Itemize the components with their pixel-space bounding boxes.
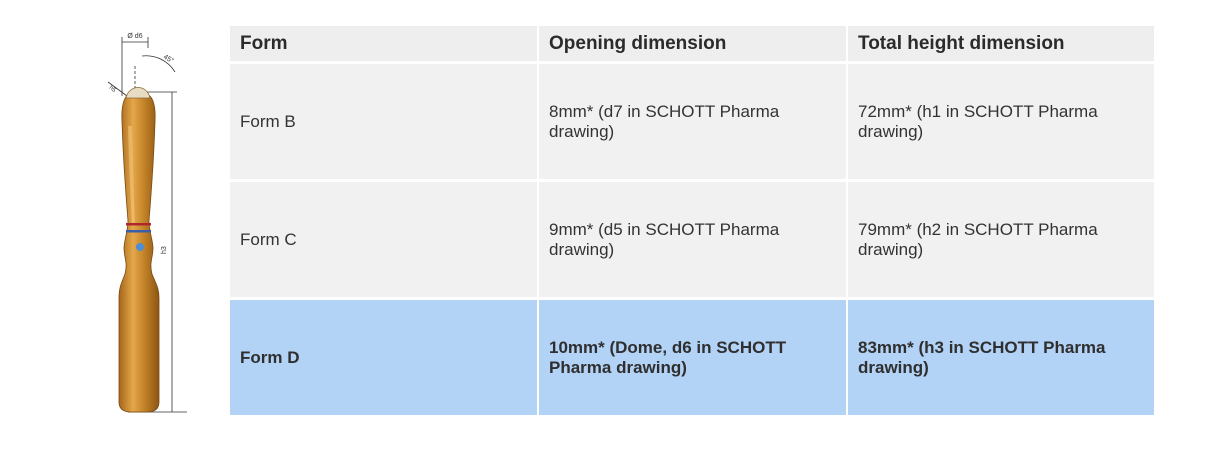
- row-d-height: 83mm* (h3 in SCHOTT Pharma drawing): [848, 300, 1154, 415]
- radius-label: h5: [108, 85, 117, 94]
- row-d-form: Form D: [230, 300, 537, 415]
- diameter-label: Ø d6: [127, 33, 142, 40]
- row-b-opening: 8mm* (d7 in SCHOTT Pharma drawing): [539, 64, 846, 179]
- color-ring-red: [126, 223, 151, 226]
- row-c-opening: 9mm* (d5 in SCHOTT Pharma drawing): [539, 182, 846, 297]
- header-height: Total height dimension: [848, 26, 1154, 61]
- dimension-table: Form Opening dimension Total height dime…: [230, 26, 1154, 415]
- row-d-opening: 10mm* (Dome, d6 in SCHOTT Pharma drawing…: [539, 300, 846, 415]
- ampoule-dome: [125, 87, 151, 99]
- ampoule-drawing: Ø d6 45° h5 h3: [108, 33, 187, 413]
- ampoule-body: [118, 93, 160, 413]
- angle-label: 45°: [162, 53, 175, 65]
- break-dot: [136, 243, 144, 251]
- row-c-form: Form C: [230, 182, 537, 297]
- color-ring-blue: [126, 230, 151, 233]
- header-form: Form: [230, 26, 537, 61]
- height-label: h3: [161, 246, 168, 254]
- row-b-height: 72mm* (h1 in SCHOTT Pharma drawing): [848, 64, 1154, 179]
- header-opening: Opening dimension: [539, 26, 846, 61]
- row-c-height: 79mm* (h2 in SCHOTT Pharma drawing): [848, 182, 1154, 297]
- row-b-form: Form B: [230, 64, 537, 179]
